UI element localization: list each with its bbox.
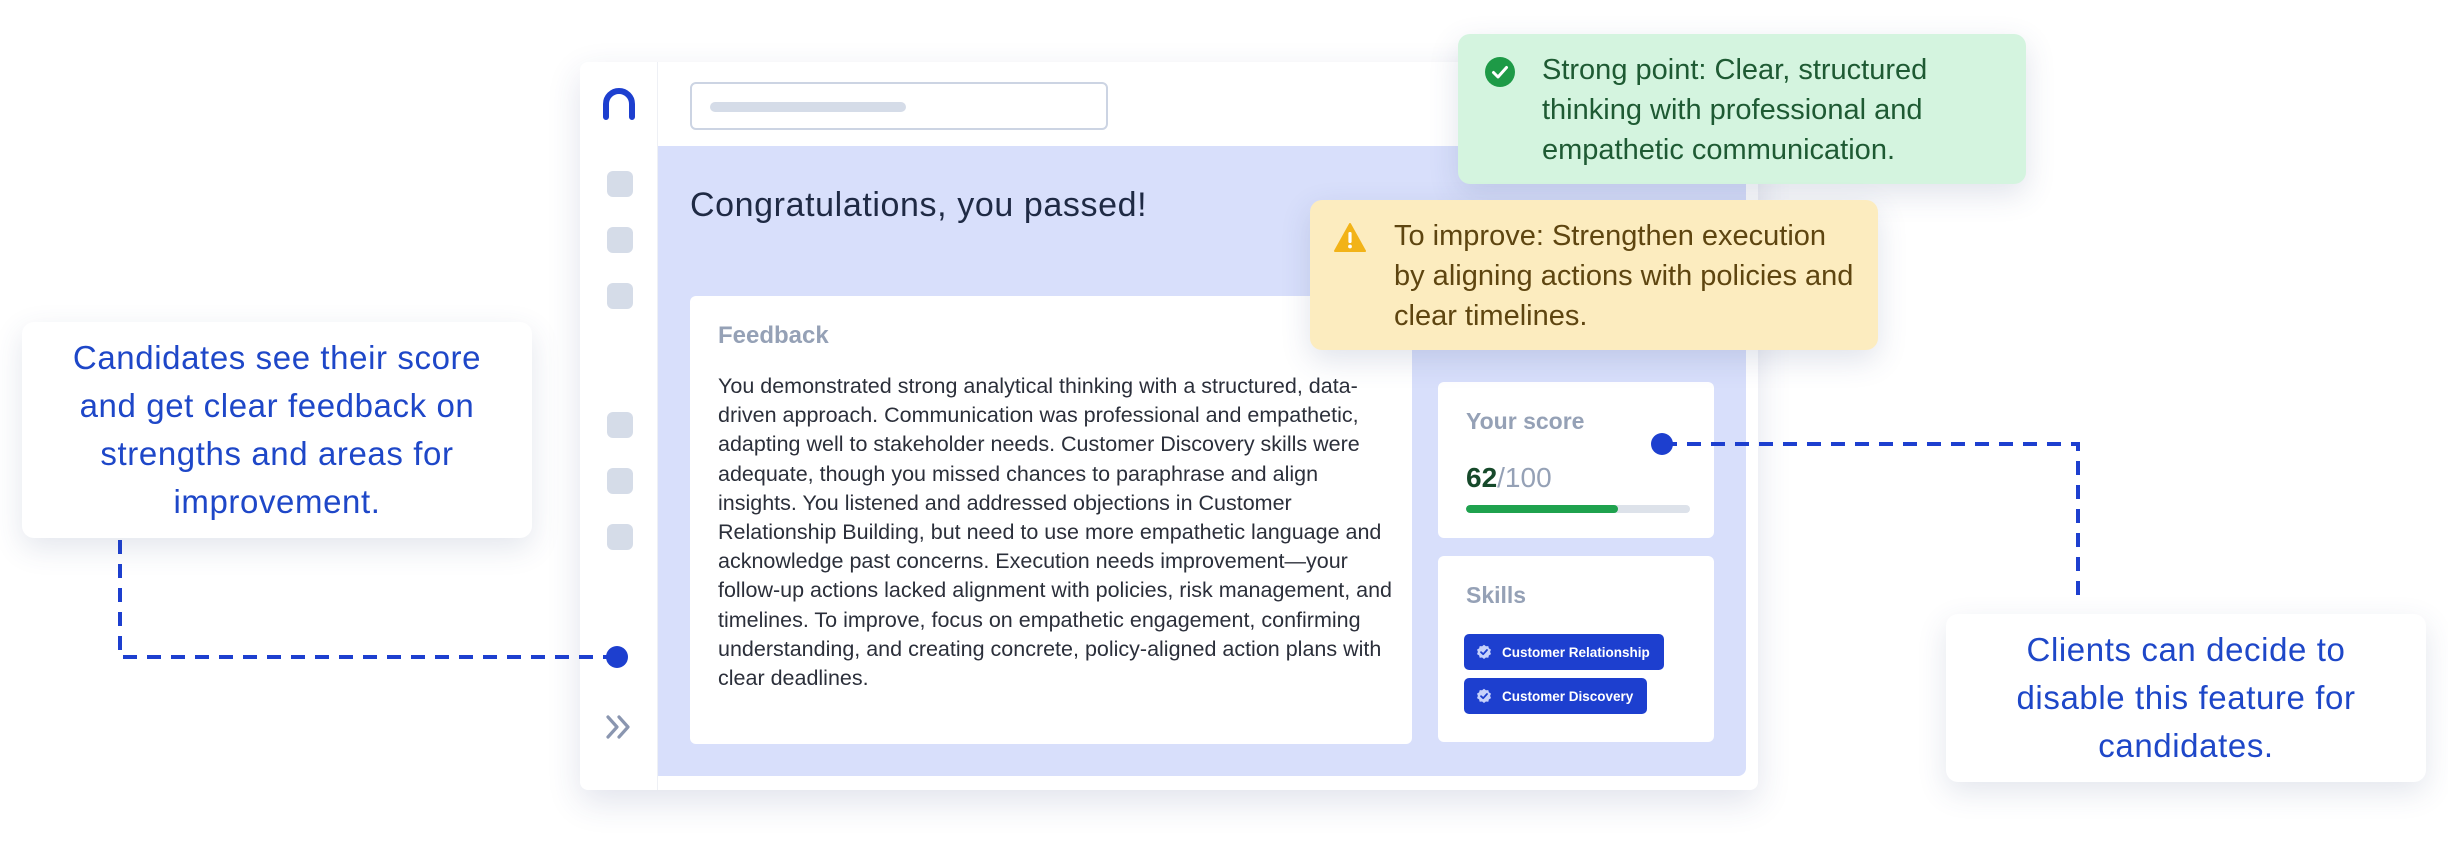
skill-chip-customer-discovery: Customer Discovery xyxy=(1464,678,1648,714)
skill-chip-customer-relationship: Customer Relationship xyxy=(1464,634,1664,670)
clients-note: Clients can decide to disable this featu… xyxy=(1946,614,2426,782)
score-heading: Your score xyxy=(1466,408,1585,434)
strong-point-callout: Strong point: Clear, structured thinking… xyxy=(1458,34,2026,184)
page-title: Congratulations, you passed! xyxy=(690,186,1148,224)
improvement-text: To improve: Strengthen execution by alig… xyxy=(1394,220,1854,332)
score-progress-bar xyxy=(1466,505,1690,513)
sidebar-item-3[interactable] xyxy=(607,283,633,309)
sidebar-item-5[interactable] xyxy=(607,468,633,494)
check-badge-icon xyxy=(1477,688,1491,703)
sidebar-item-2[interactable] xyxy=(607,227,633,253)
score-progress-fill xyxy=(1466,505,1619,513)
warning-triangle-icon xyxy=(1334,223,1366,252)
check-badge-icon xyxy=(1477,644,1491,659)
score-value: 62 xyxy=(1466,462,1498,493)
app-logo-icon[interactable] xyxy=(601,87,637,123)
sidebar-item-4[interactable] xyxy=(607,412,633,438)
feedback-text: You demonstrated strong analytical think… xyxy=(718,374,1393,691)
sidebar-item-6[interactable] xyxy=(607,524,633,550)
feedback-heading: Feedback xyxy=(718,322,829,349)
sidebar-item-1[interactable] xyxy=(607,171,633,197)
candidates-note: Candidates see their score and get clear… xyxy=(22,322,532,538)
score-card xyxy=(1438,382,1714,538)
score-total: /100 xyxy=(1497,462,1552,493)
skills-heading: Skills xyxy=(1466,582,1527,608)
improvement-callout: To improve: Strengthen execution by alig… xyxy=(1310,200,1878,350)
check-circle-icon xyxy=(1485,57,1515,87)
skill-chip-label: Customer Relationship xyxy=(1502,644,1650,660)
strong-point-text: Strong point: Clear, structured thinking… xyxy=(1542,54,1928,166)
skill-chip-label: Customer Discovery xyxy=(1502,688,1634,704)
search-placeholder-bar xyxy=(710,102,906,112)
expand-sidebar-icon[interactable] xyxy=(604,712,634,742)
score-display: 62/100 xyxy=(1466,462,1552,494)
